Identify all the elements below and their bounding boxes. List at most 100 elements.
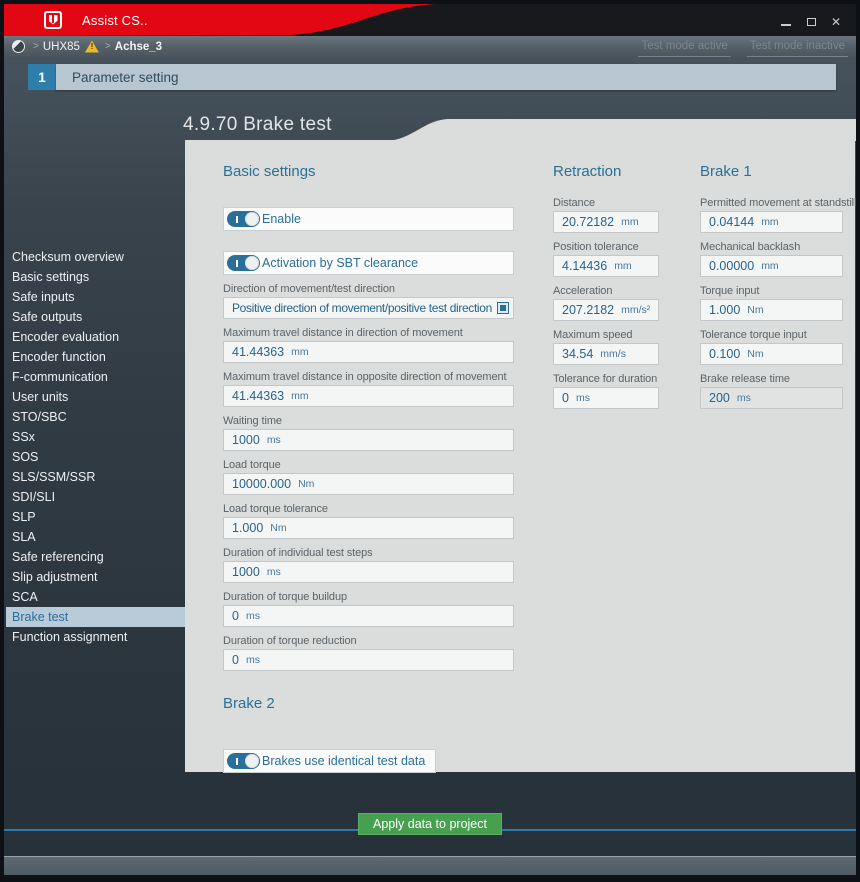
identical-test-data-label: Brakes use identical test data [262,754,425,768]
sidebar-item-sdi-sli[interactable]: SDI/SLI [6,487,185,507]
field-unit: Nm [747,304,763,316]
load-torque-input[interactable]: 10000.000 Nm [223,473,514,495]
brake2-heading: Brake 2 [223,695,514,713]
step-header[interactable]: Parameter setting [56,64,836,90]
field-value: 0.00000 [709,259,754,273]
field-value: 1.000 [709,303,740,317]
shield-icon [44,11,62,29]
toggle-on-icon [227,211,260,227]
field-value: 0.04144 [709,215,754,229]
mechanical-backlash-input[interactable]: 0.00000 mm [700,255,843,277]
sidebar-item-encoder-function[interactable]: Encoder function [6,347,185,367]
field-permitted-movement: Permitted movement at standstill 0.04144… [700,197,843,233]
field-value: 41.44363 [232,389,284,403]
field-value: 1.000 [232,521,263,535]
sidebar-item-checksum-overview[interactable]: Checksum overview [6,247,185,267]
direction-select[interactable]: Positive direction of movement/positive … [223,297,514,319]
sbt-clearance-toggle[interactable]: Activation by SBT clearance [223,251,514,275]
breadcrumb: > UHX85 > Achse_3 Test mode active Test … [4,36,856,57]
permitted-movement-input[interactable]: 0.04144 mm [700,211,843,233]
sidebar-item-user-units[interactable]: User units [6,387,185,407]
field-value: 1000 [232,433,260,447]
maximize-icon[interactable] [805,16,817,28]
brake1-column: Brake 1 Permitted movement at standstill… [700,163,843,417]
max-travel-opposite-input[interactable]: 41.44363 mm [223,385,514,407]
sidebar-item-sla[interactable]: SLA [6,527,185,547]
acceleration-input[interactable]: 207.2182 mm/s² [553,299,659,321]
field-mechanical-backlash: Mechanical backlash 0.00000 mm [700,241,843,277]
sidebar-item-safe-referencing[interactable]: Safe referencing [6,547,185,567]
field-max-travel-opposite: Maximum travel distance in opposite dire… [223,371,514,407]
sidebar-item-f-communication[interactable]: F-communication [6,367,185,387]
field-maximum-speed: Maximum speed 34.54 mm/s [553,329,659,365]
sidebar-item-sos[interactable]: SOS [6,447,185,467]
field-unit: mm [761,260,779,272]
torque-input-input[interactable]: 1.000 Nm [700,299,843,321]
sidebar-item-function-assignment[interactable]: Function assignment [6,627,185,647]
field-label: Duration of individual test steps [223,547,514,560]
field-label: Load torque tolerance [223,503,514,516]
sidebar-item-encoder-evaluation[interactable]: Encoder evaluation [6,327,185,347]
sidebar-item-basic-settings[interactable]: Basic settings [6,267,185,287]
brake2-section: Brake 2 Brakes use identical test data [223,695,514,774]
field-label: Waiting time [223,415,514,428]
sidebar-item-slip-adjustment[interactable]: Slip adjustment [6,567,185,587]
field-unit: Nm [747,348,763,360]
field-label: Maximum travel distance in direction of … [223,327,514,340]
field-unit: Nm [298,478,314,490]
sidebar-item-sls-ssm-ssr[interactable]: SLS/SSM/SSR [6,467,185,487]
basic-settings-heading: Basic settings [223,163,514,181]
identical-test-data-toggle[interactable]: Brakes use identical test data [223,749,436,773]
sidebar-item-brake-test[interactable]: Brake test [6,607,185,627]
waiting-time-input[interactable]: 1000 ms [223,429,514,451]
sidebar-item-sto-sbc[interactable]: STO/SBC [6,407,185,427]
field-value: 0 [232,653,239,667]
sidebar-item-safe-inputs[interactable]: Safe inputs [6,287,185,307]
load-torque-tolerance-input[interactable]: 1.000 Nm [223,517,514,539]
minimize-icon[interactable] [780,16,792,28]
status-bar [4,856,856,875]
toggle-on-icon [227,255,260,271]
torque-reduction-input[interactable]: 0 ms [223,649,514,671]
field-value: 4.14436 [562,259,607,273]
testmode-inactive-link[interactable]: Test mode inactive [747,40,848,57]
field-label: Maximum speed [553,329,659,342]
field-max-travel-forward: Maximum travel distance in direction of … [223,327,514,363]
maximum-speed-input[interactable]: 34.54 mm/s [553,343,659,365]
sidebar-item-slp[interactable]: SLP [6,507,185,527]
field-unit: ms [246,654,260,666]
sidebar-item-ssx[interactable]: SSx [6,427,185,447]
testmode-active-link[interactable]: Test mode active [638,40,730,57]
duration-tolerance-input[interactable]: 0 ms [553,387,659,409]
content-panel-top [462,119,856,141]
field-tolerance-torque: Tolerance torque input 0.100 Nm [700,329,843,365]
breadcrumb-device[interactable]: UHX85 [43,41,80,53]
torque-buildup-input[interactable]: 0 ms [223,605,514,627]
warning-triangle-icon [85,41,99,53]
field-torque-reduction: Duration of torque reduction 0 ms [223,635,514,671]
field-load-torque-tolerance: Load torque tolerance 1.000 Nm [223,503,514,539]
field-label: Torque input [700,285,843,298]
apply-data-button[interactable]: Apply data to project [358,813,502,835]
enable-toggle[interactable]: Enable [223,207,514,231]
max-travel-forward-input[interactable]: 41.44363 mm [223,341,514,363]
step-label: Parameter setting [72,70,179,85]
sidebar-item-sca[interactable]: SCA [6,587,185,607]
sidebar-nav: Checksum overview Basic settings Safe in… [6,247,185,647]
field-test-step-duration: Duration of individual test steps 1000 m… [223,547,514,583]
test-step-duration-input[interactable]: 1000 ms [223,561,514,583]
field-position-tolerance: Position tolerance 4.14436 mm [553,241,659,277]
breadcrumb-axis[interactable]: Achse_3 [115,41,162,53]
field-unit: mm/s² [621,304,650,316]
field-acceleration: Acceleration 207.2182 mm/s² [553,285,659,321]
sidebar-item-safe-outputs[interactable]: Safe outputs [6,307,185,327]
globe-icon[interactable] [12,40,25,53]
field-unit: ms [267,434,281,446]
field-unit: ms [737,392,751,404]
field-value: 200 [709,391,730,405]
field-torque-input: Torque input 1.000 Nm [700,285,843,321]
distance-input[interactable]: 20.72182 mm [553,211,659,233]
tolerance-torque-input[interactable]: 0.100 Nm [700,343,843,365]
position-tolerance-input[interactable]: 4.14436 mm [553,255,659,277]
close-icon[interactable]: ✕ [830,16,842,28]
